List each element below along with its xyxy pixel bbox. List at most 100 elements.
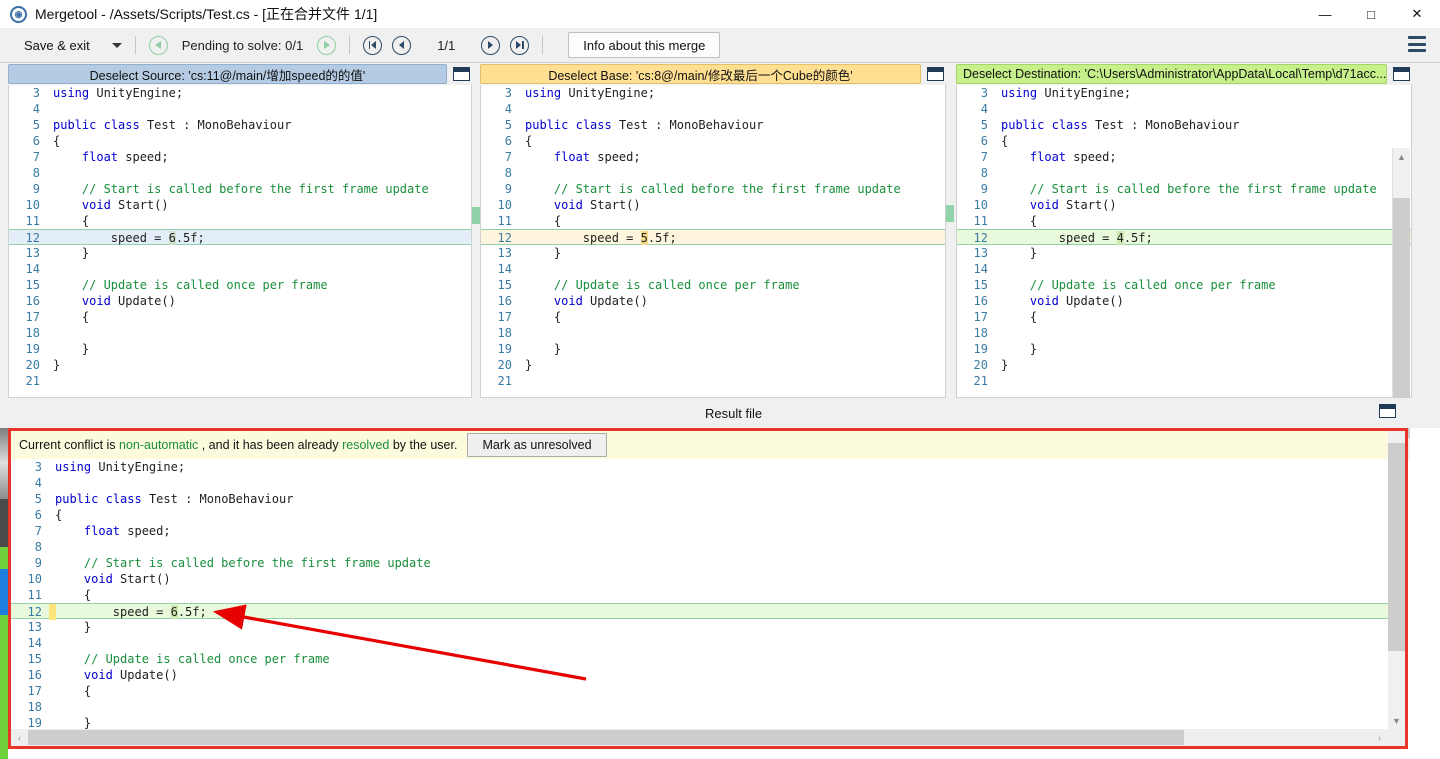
code-line[interactable]: 8	[481, 165, 945, 181]
code-line[interactable]: 7 float speed;	[9, 149, 471, 165]
code-line[interactable]: 18	[481, 325, 945, 341]
code-line[interactable]: 17 {	[9, 309, 471, 325]
code-line[interactable]: 7 float speed;	[957, 149, 1411, 165]
result-horizontal-scrollbar[interactable]: ‹ ›	[11, 729, 1405, 746]
scroll-down-icon[interactable]: ▼	[1388, 712, 1405, 729]
last-file-icon[interactable]	[510, 35, 530, 55]
code-line[interactable]: 11 {	[481, 213, 945, 229]
code-line[interactable]: 20}	[957, 357, 1411, 373]
code-line[interactable]: 12 speed = 6.5f;	[11, 603, 1388, 620]
code-line[interactable]: 19 }	[481, 341, 945, 357]
chevron-down-icon[interactable]	[111, 42, 122, 48]
code-line[interactable]: 13 }	[957, 245, 1411, 261]
code-line[interactable]: 17 {	[481, 309, 945, 325]
code-line[interactable]: 14	[957, 261, 1411, 277]
code-line[interactable]: 4	[9, 101, 471, 117]
code-line[interactable]: 3 using UnityEngine;	[9, 85, 471, 101]
next-file-icon[interactable]	[481, 35, 501, 55]
scroll-thumb[interactable]	[1388, 443, 1405, 651]
deselect-base-button[interactable]: Deselect Base: 'cs:8@/main/修改最后一个Cube的颜色…	[480, 64, 921, 84]
prev-file-icon[interactable]	[392, 35, 412, 55]
scroll-up-icon[interactable]: ▲	[1393, 148, 1410, 165]
deselect-destination-button[interactable]: Deselect Destination: 'C:\Users\Administ…	[956, 64, 1387, 84]
code-line[interactable]: 3 using UnityEngine;	[957, 85, 1411, 101]
code-line[interactable]: 10 void Start()	[957, 197, 1411, 213]
code-line[interactable]: 14	[481, 261, 945, 277]
code-line[interactable]: 9 // Start is called before the first fr…	[957, 181, 1411, 197]
code-line[interactable]: 13 }	[481, 245, 945, 261]
code-line[interactable]: 6{	[11, 507, 1388, 523]
code-line[interactable]: 21	[9, 373, 471, 389]
code-line[interactable]: 8	[957, 165, 1411, 181]
code-line[interactable]: 10 void Start()	[481, 197, 945, 213]
code-line[interactable]: 18	[9, 325, 471, 341]
code-line[interactable]: 12 speed = 5.5f;	[481, 229, 945, 245]
code-line[interactable]: 5 public class Test : MonoBehaviour	[481, 117, 945, 133]
hamburger-menu-icon[interactable]	[1408, 36, 1426, 52]
code-line[interactable]: 16 void Update()	[481, 293, 945, 309]
maximize-pane-icon[interactable]	[927, 67, 944, 81]
code-line[interactable]: 21	[481, 373, 945, 389]
code-line[interactable]: 17 {	[11, 683, 1388, 699]
code-line[interactable]: 10 void Start()	[11, 571, 1388, 587]
code-line[interactable]: 8	[9, 165, 471, 181]
first-file-icon[interactable]	[363, 35, 383, 55]
info-about-merge-button[interactable]: Info about this merge	[568, 32, 721, 58]
code-line[interactable]: 12 speed = 6.5f;	[9, 229, 471, 245]
code-line[interactable]: 15 // Update is called once per frame	[957, 277, 1411, 293]
code-line[interactable]: 5 public class Test : MonoBehaviour	[9, 117, 471, 133]
code-line[interactable]: 20}	[9, 357, 471, 373]
minimize-icon[interactable]: —	[1302, 0, 1348, 28]
code-line[interactable]: 4	[11, 475, 1388, 491]
code-line[interactable]: 11 {	[9, 213, 471, 229]
code-line[interactable]: 15 // Update is called once per frame	[481, 277, 945, 293]
code-line[interactable]: 13 }	[9, 245, 471, 261]
close-icon[interactable]: ✕	[1394, 0, 1440, 28]
code-line[interactable]: 5 public class Test : MonoBehaviour	[957, 117, 1411, 133]
code-line[interactable]: 18	[11, 699, 1388, 715]
code-line[interactable]: 14	[11, 635, 1388, 651]
code-line[interactable]: 20}	[481, 357, 945, 373]
prev-conflict-icon[interactable]	[148, 35, 168, 55]
code-line[interactable]: 5 public class Test : MonoBehaviour	[11, 491, 1388, 507]
code-line[interactable]: 14	[9, 261, 471, 277]
code-line[interactable]: 15 // Update is called once per frame	[11, 651, 1388, 667]
scroll-thumb[interactable]	[28, 730, 1184, 745]
code-line[interactable]: 21	[957, 373, 1411, 389]
code-line[interactable]: 6{	[957, 133, 1411, 149]
code-line[interactable]: 3 using UnityEngine;	[11, 459, 1388, 475]
code-line[interactable]: 16 void Update()	[11, 667, 1388, 683]
code-line[interactable]: 4	[957, 101, 1411, 117]
code-line[interactable]: 6{	[9, 133, 471, 149]
scroll-left-icon[interactable]: ‹	[11, 729, 28, 746]
code-line[interactable]: 12 speed = 4.5f;	[957, 229, 1411, 245]
code-line[interactable]: 3 using UnityEngine;	[481, 85, 945, 101]
code-line[interactable]: 17 {	[957, 309, 1411, 325]
code-line[interactable]: 6{	[481, 133, 945, 149]
code-line[interactable]: 16 void Update()	[9, 293, 471, 309]
code-line[interactable]: 19 }	[957, 341, 1411, 357]
code-line[interactable]: 16 void Update()	[957, 293, 1411, 309]
save-and-exit-button[interactable]: Save & exit	[24, 38, 90, 53]
maximize-result-icon[interactable]	[1379, 404, 1396, 418]
code-line[interactable]: 4	[481, 101, 945, 117]
scroll-right-icon[interactable]: ›	[1371, 729, 1388, 746]
code-line[interactable]: 7 float speed;	[481, 149, 945, 165]
mark-as-unresolved-button[interactable]: Mark as unresolved	[467, 433, 607, 457]
code-line[interactable]: 19 }	[11, 715, 1388, 729]
code-line[interactable]: 9 // Start is called before the first fr…	[9, 181, 471, 197]
code-line[interactable]: 11 {	[957, 213, 1411, 229]
result-vertical-scrollbar[interactable]: ▼	[1388, 431, 1405, 729]
code-line[interactable]: 10 void Start()	[9, 197, 471, 213]
result-file-code[interactable]: 3 using UnityEngine; 4 5 public class Test :…	[11, 459, 1388, 729]
code-line[interactable]: 9 // Start is called before the first fr…	[11, 555, 1388, 571]
code-line[interactable]: 9 // Start is called before the first fr…	[481, 181, 945, 197]
code-line[interactable]: 19 }	[9, 341, 471, 357]
maximize-pane-icon[interactable]	[453, 67, 470, 81]
code-line[interactable]: 13 }	[11, 619, 1388, 635]
code-line[interactable]: 7 float speed;	[11, 523, 1388, 539]
pane-destination-code[interactable]: 3 using UnityEngine; 4 5 public class Test :…	[956, 85, 1412, 398]
next-conflict-icon[interactable]	[317, 35, 337, 55]
maximize-pane-icon[interactable]	[1393, 67, 1410, 81]
code-line[interactable]: 15 // Update is called once per frame	[9, 277, 471, 293]
